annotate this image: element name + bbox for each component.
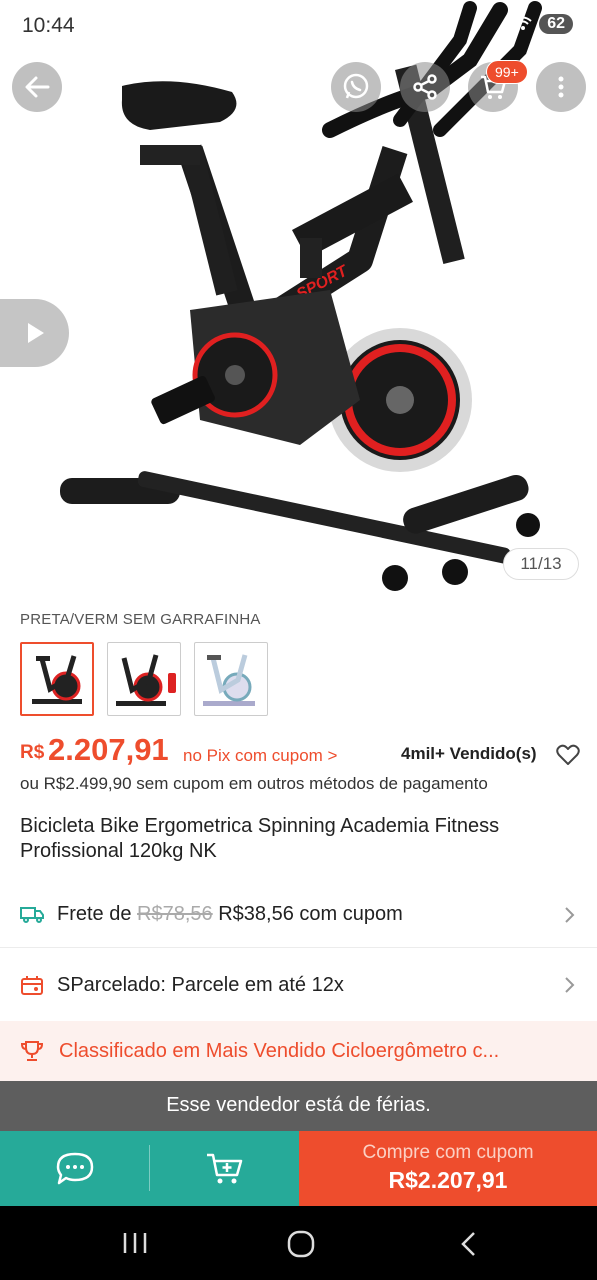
image-counter: 11/13 <box>503 548 579 580</box>
teal-action-area <box>0 1131 299 1206</box>
nav-back-icon[interactable] <box>458 1230 480 1263</box>
more-options-button[interactable] <box>536 62 586 112</box>
play-icon <box>27 323 44 343</box>
shipping-text: Frete de R$78,56 R$38,56 com cupom <box>57 903 403 926</box>
system-nav-bar <box>0 1206 597 1280</box>
price-row: R$ 2.207,91 no Pix com cupom > 4mil+ Ven… <box>20 730 580 770</box>
buy-with-coupon-button[interactable]: Compre com cupom R$2.207,91 <box>299 1131 597 1206</box>
product-title: Bicicleta Bike Ergometrica Spinning Acad… <box>20 815 500 862</box>
status-icons: 62 <box>513 14 573 34</box>
chat-icon <box>56 1152 93 1184</box>
shipping-new-price: R$38,56 com cupom <box>218 903 403 925</box>
variant-option-preta-vermelha[interactable] <box>20 642 94 716</box>
add-to-cart-icon <box>206 1153 242 1183</box>
installment-icon <box>20 974 44 1001</box>
back-button[interactable] <box>12 62 62 112</box>
share-icon <box>413 74 437 100</box>
chevron-right-icon <box>563 976 575 999</box>
shipping-prefix: Frete de <box>57 903 132 925</box>
add-to-cart-button[interactable] <box>150 1131 299 1206</box>
chat-button[interactable] <box>0 1131 149 1206</box>
sold-count: 4mil+ Vendido(s) <box>401 744 537 763</box>
pix-coupon-link[interactable]: no Pix com cupom > <box>183 746 338 766</box>
buy-price: R$2.207,91 <box>388 1167 508 1193</box>
vacation-notice: Esse vendedor está de férias. <box>0 1081 597 1131</box>
battery-indicator: 62 <box>539 14 573 34</box>
variant-label: PRETA/VERM SEM GARRAFINHA <box>20 611 261 628</box>
installment-row[interactable]: SParcelado: Parcele em até 12x <box>0 952 597 1018</box>
home-icon[interactable] <box>286 1229 316 1264</box>
ranking-text: Classificado em Mais Vendido Cicloergôme… <box>59 1040 500 1062</box>
ranking-banner[interactable]: Classificado em Mais Vendido Cicloergôme… <box>0 1021 597 1081</box>
vacation-text: Esse vendedor está de férias. <box>166 1094 431 1116</box>
play-video-button[interactable] <box>0 299 69 367</box>
truck-icon <box>20 904 44 929</box>
price-currency: R$ <box>20 742 45 763</box>
whatsapp-share-button[interactable] <box>331 62 381 112</box>
status-time: 10:44 <box>22 14 75 37</box>
status-bar: 10:44 62 <box>0 0 597 52</box>
share-button[interactable] <box>400 62 450 112</box>
whatsapp-icon <box>343 73 369 99</box>
variant-option-preta-garrafinha[interactable] <box>107 642 181 716</box>
recent-apps-icon[interactable] <box>121 1231 149 1260</box>
back-arrow-icon <box>25 76 50 98</box>
trophy-icon <box>20 1040 44 1067</box>
buy-label: Compre com cupom <box>362 1142 534 1163</box>
more-vertical-icon <box>558 76 564 98</box>
price-value: 2.207,91 <box>48 732 169 767</box>
shipping-row[interactable]: Frete de R$78,56 R$38,56 com cupom <box>0 882 597 948</box>
variant-list <box>20 642 268 716</box>
variant-option-branca-azul[interactable] <box>194 642 268 716</box>
shipping-old-price: R$78,56 <box>137 903 213 925</box>
chevron-right-icon <box>563 906 575 929</box>
installment-text: SParcelado: Parcele em até 12x <box>57 973 344 996</box>
bottom-action-bar: Compre com cupom R$2.207,91 <box>0 1131 597 1206</box>
cart-badge: 99+ <box>486 60 528 84</box>
alt-price-text: ou R$2.499,90 sem cupom em outros método… <box>20 774 488 793</box>
heart-icon[interactable] <box>556 744 580 771</box>
wifi-icon <box>513 15 533 34</box>
